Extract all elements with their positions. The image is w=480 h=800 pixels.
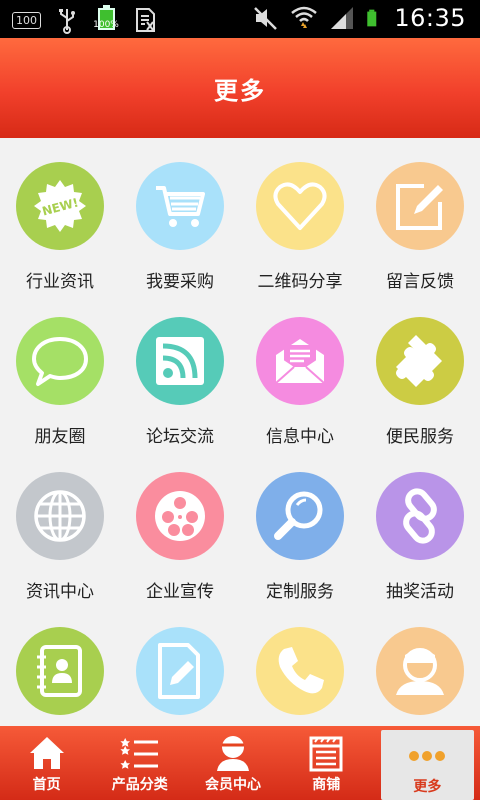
forum-button[interactable] [136, 317, 224, 405]
grid-item-info-center[interactable]: 信息中心 [240, 293, 360, 448]
grid-item-user[interactable] [360, 603, 480, 726]
more-dots-icon [409, 751, 446, 761]
grid-item-label: 留言反馈 [386, 272, 454, 292]
grid-item-lottery[interactable]: 抽奖活动 [360, 448, 480, 603]
phone-button[interactable] [256, 627, 344, 715]
grid-item-news-center[interactable]: 资讯中心 [0, 448, 120, 603]
grid-item-label: 信息中心 [266, 427, 334, 447]
film-reel-icon [155, 491, 205, 541]
battery-full-icon: 100% [93, 5, 119, 35]
nav-item-shop[interactable]: 商铺 [280, 726, 373, 800]
member-icon [217, 736, 249, 771]
nav-label: 产品分类 [111, 777, 168, 793]
clock: 16:35 [394, 4, 466, 32]
grid-item-document[interactable] [120, 603, 240, 726]
grid-item-industry-news[interactable]: NEW! 行业资讯 [0, 138, 120, 293]
new-badge-icon: NEW! [34, 180, 86, 232]
puzzle-icon [396, 335, 442, 387]
link-icon [403, 488, 437, 544]
shop-icon [309, 736, 343, 772]
grid-item-purchase[interactable]: 我要采购 [120, 138, 240, 293]
mail-icon [275, 339, 325, 384]
contacts-icon [37, 645, 82, 697]
grid-item-forum[interactable]: 论坛交流 [120, 293, 240, 448]
document-button[interactable] [136, 627, 224, 715]
nav-item-more[interactable]: 更多 [380, 730, 475, 800]
industry-news-button[interactable]: NEW! [16, 162, 104, 250]
nav-item-categories[interactable]: 产品分类 [93, 726, 186, 800]
phone-icon [278, 647, 324, 694]
grid-item-label: 我要采购 [146, 272, 214, 292]
purchase-button[interactable] [136, 162, 224, 250]
grid-item-label: 抽奖活动 [386, 582, 454, 602]
status-bar: 100 100% 16:35 [0, 0, 480, 38]
signal-icon [331, 7, 354, 29]
grid-item-label: 企业宣传 [146, 582, 214, 602]
info-center-button[interactable] [256, 317, 344, 405]
nav-item-home[interactable]: 首页 [0, 726, 93, 800]
nav-label: 更多 [413, 779, 442, 795]
user-icon [396, 648, 444, 695]
grid-item-feedback[interactable]: 留言反馈 [360, 138, 480, 293]
chat-bubble-icon [32, 337, 88, 386]
sim-card-icon [136, 8, 155, 32]
notification-badge: 100 [12, 11, 41, 29]
qr-share-button[interactable] [256, 162, 344, 250]
nav-label: 会员中心 [205, 777, 261, 793]
heart-icon [273, 182, 327, 230]
battery-percent: 100% [93, 20, 119, 30]
grid-item-label: 朋友圈 [34, 427, 86, 447]
grid-item-label: 论坛交流 [146, 427, 214, 447]
grid-item-moments[interactable]: 朋友圈 [0, 293, 120, 448]
grid-item-label: 二维码分享 [257, 272, 343, 292]
edit-icon [396, 184, 443, 230]
nav-item-member[interactable]: 会员中心 [186, 726, 279, 800]
moments-button[interactable] [16, 317, 104, 405]
user-button[interactable] [376, 627, 464, 715]
grid-item-contacts[interactable] [0, 603, 120, 726]
home-icon [29, 737, 64, 769]
list-icon [120, 738, 158, 769]
grid-item-label: 行业资讯 [26, 272, 94, 292]
grid-item-qr-share[interactable]: 二维码分享 [240, 138, 360, 293]
grid-item-label: 资讯中心 [26, 582, 94, 602]
usb-icon [59, 9, 75, 34]
mute-icon [254, 7, 278, 30]
grid-item-convenience[interactable]: 便民服务 [360, 293, 480, 448]
grid-item-phone[interactable] [240, 603, 360, 726]
page-title: 更多 [214, 76, 266, 105]
feature-grid: NEW! 行业资讯 我要采购 二维码分享 留言反馈 朋友圈 论坛交流 信息中心 … [0, 138, 480, 726]
lottery-button[interactable] [376, 472, 464, 560]
wifi-icon [291, 6, 318, 28]
contacts-button[interactable] [16, 627, 104, 715]
nav-label: 商铺 [312, 777, 341, 793]
globe-icon [34, 490, 86, 542]
convenience-button[interactable] [376, 317, 464, 405]
grid-item-label: 便民服务 [386, 427, 454, 447]
grid-item-label: 定制服务 [266, 582, 334, 602]
feedback-button[interactable] [376, 162, 464, 250]
battery-icon [367, 9, 377, 27]
app-header: 更多 [0, 38, 480, 138]
promotion-button[interactable] [136, 472, 224, 560]
grid-item-promotion[interactable]: 企业宣传 [120, 448, 240, 603]
rss-icon [156, 337, 204, 385]
custom-service-button[interactable] [256, 472, 344, 560]
cart-icon [156, 186, 205, 227]
magnifier-icon [274, 491, 323, 540]
grid-item-custom-service[interactable]: 定制服务 [240, 448, 360, 603]
nav-label: 首页 [32, 777, 61, 793]
news-center-button[interactable] [16, 472, 104, 560]
bottom-navigation: 首页 产品分类 会员中心 商铺 更多 [0, 726, 480, 800]
document-edit-icon [158, 643, 200, 699]
